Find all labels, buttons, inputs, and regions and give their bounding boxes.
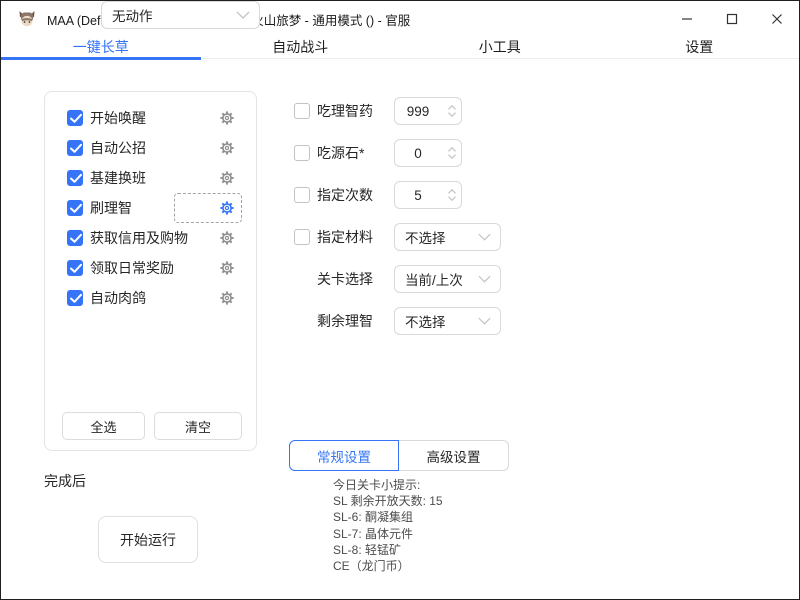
tip-line: SL-8: 轻锰矿 xyxy=(333,542,443,558)
originium-checkbox[interactable] xyxy=(294,145,310,161)
originium-spinner[interactable]: 0 xyxy=(394,139,462,167)
task-label: 自动肉鸽 xyxy=(90,288,146,308)
spinner-value: 999 xyxy=(395,104,443,119)
tab-settings[interactable]: 设置 xyxy=(600,37,800,59)
tip-line: CE（龙门币） xyxy=(333,558,443,574)
chevron-down-icon xyxy=(236,11,250,19)
app-icon xyxy=(17,9,37,29)
maximize-button[interactable] xyxy=(709,1,754,37)
task-row-wakeup: 开始唤醒 xyxy=(45,103,256,133)
tip-line: SL-6: 酮凝集组 xyxy=(333,509,443,525)
fight-row-label: 吃理智药 xyxy=(317,101,373,121)
chevron-down-icon xyxy=(478,233,491,241)
task-checkbox-mall[interactable] xyxy=(67,230,83,246)
fight-row-label: 剩余理智 xyxy=(317,311,373,331)
fight-row-material: 指定材料 不选择 xyxy=(294,223,504,251)
material-dropdown[interactable]: 不选择 xyxy=(394,223,501,251)
select-all-button[interactable]: 全选 xyxy=(62,412,145,440)
remaining-sanity-dropdown[interactable]: 不选择 xyxy=(394,307,501,335)
fight-row-label: 吃源石* xyxy=(317,143,364,163)
fight-row-label: 关卡选择 xyxy=(317,269,373,289)
after-completion-label: 完成后 xyxy=(44,467,86,495)
task-label: 开始唤醒 xyxy=(90,108,146,128)
task-checkbox-recruit[interactable] xyxy=(67,140,83,156)
gear-icon-active[interactable] xyxy=(219,200,235,216)
spinner-value: 0 xyxy=(395,146,443,161)
task-label: 获取信用及购物 xyxy=(90,228,188,248)
after-completion-dropdown[interactable]: 无动作 xyxy=(101,1,260,29)
spinner-arrows-icon[interactable] xyxy=(443,188,461,202)
task-row-roguelike: 自动肉鸽 xyxy=(45,283,256,313)
fight-row-stage: 关卡选择 当前/上次 xyxy=(294,265,504,293)
gear-icon[interactable] xyxy=(219,230,235,246)
tab-general-settings[interactable]: 常规设置 xyxy=(289,440,399,471)
gear-icon[interactable] xyxy=(219,140,235,156)
chevron-down-icon xyxy=(478,317,491,325)
fight-row-originium: 吃源石* 0 xyxy=(294,139,504,167)
task-label: 自动公招 xyxy=(90,138,146,158)
times-spinner[interactable]: 5 xyxy=(394,181,462,209)
task-row-mall: 获取信用及购物 xyxy=(45,223,256,253)
minimize-button[interactable] xyxy=(664,1,709,37)
window-controls xyxy=(664,1,799,37)
chevron-down-icon xyxy=(478,275,491,283)
dropdown-value: 不选择 xyxy=(405,311,446,331)
task-checkbox-wakeup[interactable] xyxy=(67,110,83,126)
tab-tools[interactable]: 小工具 xyxy=(400,37,600,59)
tip-line: 今日关卡小提示: xyxy=(333,477,443,493)
stage-dropdown[interactable]: 当前/上次 xyxy=(394,265,501,293)
task-label: 刷理智 xyxy=(90,198,132,218)
gear-icon[interactable] xyxy=(219,290,235,306)
clear-button[interactable]: 清空 xyxy=(154,412,242,440)
close-button[interactable] xyxy=(754,1,799,37)
fight-row-label: 指定材料 xyxy=(317,227,373,247)
task-list-card: 开始唤醒 自动公招 基建换班 刷理智 获取信用及购物 xyxy=(44,91,257,451)
sanity-potion-checkbox[interactable] xyxy=(294,103,310,119)
maximize-icon xyxy=(726,13,738,25)
material-checkbox[interactable] xyxy=(294,229,310,245)
stage-tips: 今日关卡小提示: SL 剩余开放天数: 15 SL-6: 酮凝集组 SL-7: … xyxy=(333,477,443,574)
fight-row-times: 指定次数 5 xyxy=(294,181,504,209)
task-row-base: 基建换班 xyxy=(45,163,256,193)
main-tab-bar: 一键长草 自动战斗 小工具 设置 xyxy=(1,37,799,59)
spinner-arrows-icon[interactable] xyxy=(443,104,461,118)
close-icon xyxy=(771,13,783,25)
dropdown-value: 当前/上次 xyxy=(405,269,463,289)
fight-settings: 吃理智药 999 吃源石* 0 指定次数 5 指定材料 xyxy=(294,97,504,349)
gear-icon[interactable] xyxy=(219,260,235,276)
task-label: 基建换班 xyxy=(90,168,146,188)
gear-icon[interactable] xyxy=(219,170,235,186)
task-checkbox-award[interactable] xyxy=(67,260,83,276)
sanity-potion-spinner[interactable]: 999 xyxy=(394,97,462,125)
gear-icon[interactable] xyxy=(219,110,235,126)
task-row-recruit: 自动公招 xyxy=(45,133,256,163)
after-completion-value: 无动作 xyxy=(112,5,153,25)
task-checkbox-fight[interactable] xyxy=(67,200,83,216)
maa-window: MAA (Default) - DEBUG VERSION - 火山旅梦 - 通… xyxy=(0,0,800,600)
spinner-value: 5 xyxy=(395,188,443,203)
fight-row-remaining-sanity: 剩余理智 不选择 xyxy=(294,307,504,335)
task-row-award: 领取日常奖励 xyxy=(45,253,256,283)
settings-tab-group: 常规设置 高级设置 xyxy=(289,440,509,471)
tip-line: SL-7: 晶体元件 xyxy=(333,526,443,542)
fight-row-label: 指定次数 xyxy=(317,185,373,205)
task-checkbox-base[interactable] xyxy=(67,170,83,186)
tip-line: SL 剩余开放天数: 15 xyxy=(333,493,443,509)
task-row-fight: 刷理智 xyxy=(45,193,256,223)
tab-farming[interactable]: 一键长草 xyxy=(1,37,201,59)
tab-copilot[interactable]: 自动战斗 xyxy=(201,37,401,59)
tab-advanced-settings[interactable]: 高级设置 xyxy=(399,440,509,471)
dropdown-value: 不选择 xyxy=(405,227,446,247)
spinner-arrows-icon[interactable] xyxy=(443,146,461,160)
task-label: 领取日常奖励 xyxy=(90,258,174,278)
fight-row-sanity-potion: 吃理智药 999 xyxy=(294,97,504,125)
minimize-icon xyxy=(681,13,693,25)
start-run-button[interactable]: 开始运行 xyxy=(98,516,198,563)
task-checkbox-roguelike[interactable] xyxy=(67,290,83,306)
times-checkbox[interactable] xyxy=(294,187,310,203)
